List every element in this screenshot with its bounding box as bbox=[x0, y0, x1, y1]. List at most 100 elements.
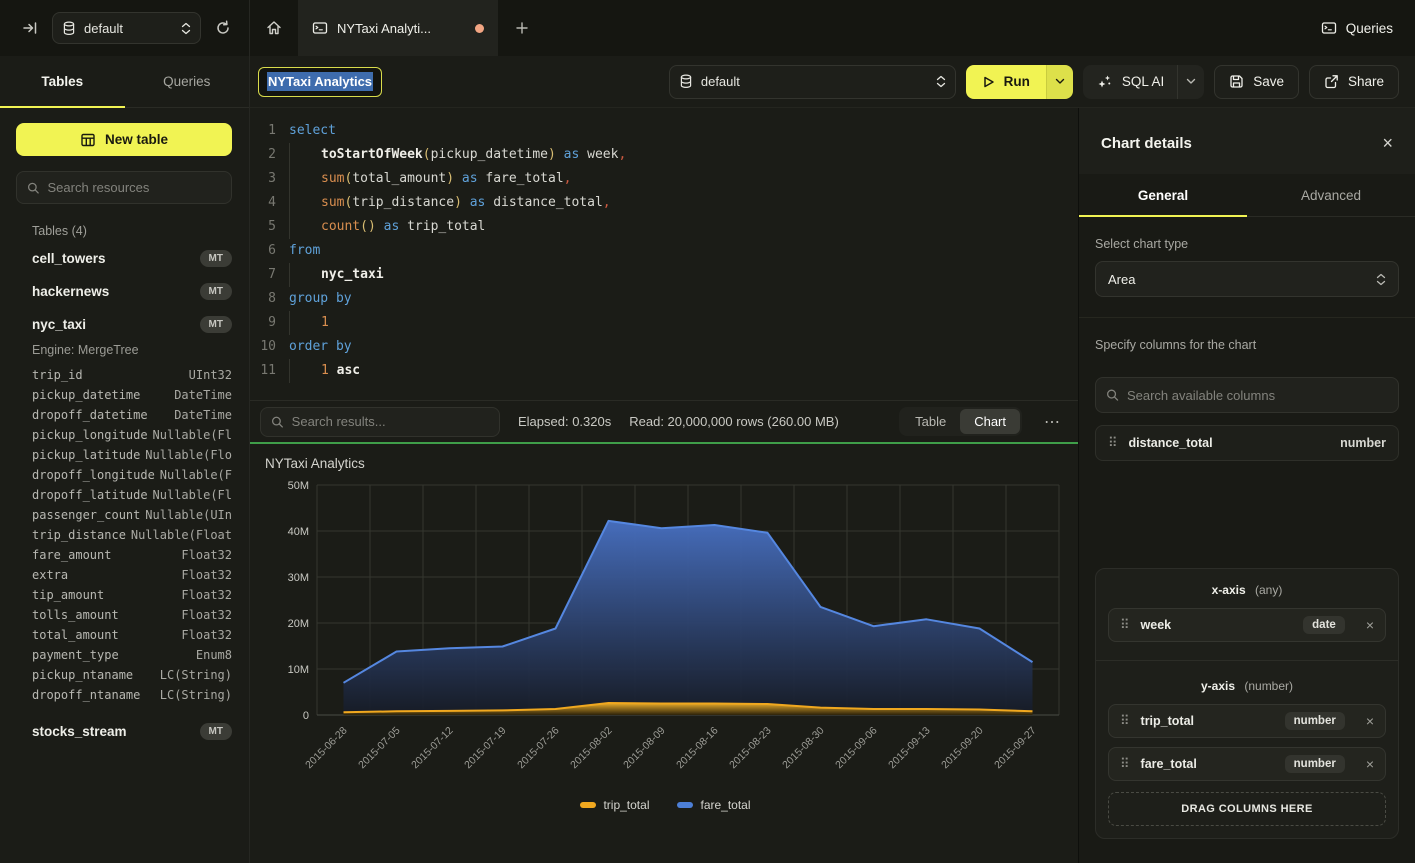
x-axis-column-type-badge: date bbox=[1303, 616, 1345, 634]
drag-columns-drop-zone[interactable]: DRAG COLUMNS HERE bbox=[1108, 792, 1386, 826]
editor-lines: 1select2toStartOfWeek(pickup_datetime) a… bbox=[250, 119, 1078, 383]
chart-type-select[interactable]: Area bbox=[1095, 261, 1399, 297]
chart-title: NYTaxi Analytics bbox=[265, 456, 1066, 471]
legend-item-fare_total[interactable]: fare_total bbox=[677, 798, 750, 812]
sidebar-collapse-icon bbox=[22, 20, 38, 36]
column-row: dropoff_datetimeDateTime bbox=[32, 405, 232, 425]
share-button[interactable]: Share bbox=[1309, 65, 1399, 99]
table-row[interactable]: hackernewsMT bbox=[32, 275, 232, 308]
column-type: UInt32 bbox=[189, 368, 232, 382]
column-type: Float32 bbox=[181, 588, 232, 602]
chart-details-body: Select chart type Area Specify columns f… bbox=[1079, 217, 1415, 863]
search-icon bbox=[1106, 388, 1119, 402]
save-icon bbox=[1229, 74, 1244, 89]
column-name: pickup_datetime bbox=[32, 388, 140, 402]
legend-swatch bbox=[677, 802, 693, 808]
code-token: order by bbox=[289, 339, 352, 354]
view-toggle: Table Chart bbox=[899, 407, 1022, 436]
column-search[interactable] bbox=[1095, 377, 1399, 413]
results-more-button[interactable]: ⋯ bbox=[1040, 412, 1064, 432]
code-token bbox=[454, 171, 462, 186]
line-number: 9 bbox=[250, 311, 276, 335]
run-options-button[interactable] bbox=[1046, 65, 1073, 99]
indent-guide bbox=[289, 311, 321, 335]
sql-editor[interactable]: 1select2toStartOfWeek(pickup_datetime) a… bbox=[250, 108, 1078, 400]
x-axis-tick: 2015-07-19 bbox=[462, 725, 509, 772]
query-title-input[interactable]: NYTaxi Analytics bbox=[258, 67, 382, 97]
available-column-name: distance_total bbox=[1129, 436, 1330, 450]
drag-handle-icon[interactable]: ⠿ bbox=[1120, 713, 1130, 729]
chart-area: NYTaxi Analytics 010M20M30M40M50M2015-06… bbox=[250, 444, 1078, 863]
resource-search-input[interactable] bbox=[48, 180, 221, 195]
column-name: total_amount bbox=[32, 628, 119, 642]
chart-details-tabs: General Advanced bbox=[1079, 174, 1415, 217]
save-button[interactable]: Save bbox=[1214, 65, 1299, 99]
sql-ai-button[interactable]: SQL AI bbox=[1083, 65, 1177, 99]
y-axis-item[interactable]: ⠿fare_totalnumber× bbox=[1108, 747, 1386, 781]
column-type: Nullable(Fl bbox=[153, 428, 232, 442]
column-search-input[interactable] bbox=[1127, 388, 1388, 403]
code-token: fare_total bbox=[478, 171, 564, 186]
x-axis-item[interactable]: ⠿weekdate× bbox=[1108, 608, 1386, 642]
sidebar-tab-tables[interactable]: Tables bbox=[0, 56, 125, 107]
toolbar-database-selector[interactable]: default bbox=[669, 65, 956, 99]
chevron-updown-icon bbox=[936, 75, 946, 88]
view-toggle-table[interactable]: Table bbox=[901, 409, 960, 434]
code-token: group by bbox=[289, 291, 352, 306]
column-row: tolls_amountFloat32 bbox=[32, 605, 232, 625]
area-chart[interactable]: 010M20M30M40M50M2015-06-282015-07-052015… bbox=[265, 475, 1065, 809]
sidebar-collapse-button[interactable] bbox=[18, 16, 42, 40]
remove-column-button[interactable]: × bbox=[1366, 618, 1374, 632]
results-search[interactable] bbox=[260, 407, 500, 437]
x-axis-tick: 2015-09-06 bbox=[833, 725, 880, 772]
sql-ai-options-button[interactable] bbox=[1177, 65, 1204, 99]
indent-guide bbox=[289, 215, 321, 239]
column-list: trip_idUInt32pickup_datetimeDateTimedrop… bbox=[32, 365, 232, 715]
code-token: sum bbox=[321, 195, 344, 210]
column-type: Nullable(F bbox=[160, 468, 232, 482]
close-panel-button[interactable]: × bbox=[1382, 134, 1393, 152]
new-tab-button[interactable] bbox=[498, 0, 546, 56]
results-search-input[interactable] bbox=[292, 414, 489, 429]
x-axis-items: ⠿weekdate× bbox=[1108, 608, 1386, 642]
available-column-item[interactable]: ⠿distance_totalnumber bbox=[1095, 425, 1399, 461]
chart-type-value: Area bbox=[1108, 272, 1135, 287]
sql-ai-button-group: SQL AI bbox=[1083, 65, 1204, 99]
column-row: pickup_longitudeNullable(Fl bbox=[32, 425, 232, 445]
table-row[interactable]: stocks_streamMT bbox=[32, 715, 232, 748]
table-row[interactable]: nyc_taxiMT bbox=[32, 308, 232, 341]
legend-item-trip_total[interactable]: trip_total bbox=[580, 798, 649, 812]
run-button-group: Run bbox=[966, 65, 1073, 99]
topbar-database-selector[interactable]: default bbox=[52, 12, 201, 44]
save-button-label: Save bbox=[1253, 74, 1284, 89]
drag-handle-icon[interactable]: ⠿ bbox=[1108, 435, 1118, 451]
resource-search[interactable] bbox=[16, 171, 232, 204]
editor-line: 6from bbox=[250, 239, 1078, 263]
tab-general[interactable]: General bbox=[1079, 174, 1247, 216]
code-token: ( bbox=[423, 147, 431, 162]
code-token: () bbox=[360, 219, 376, 234]
refresh-button[interactable] bbox=[211, 16, 235, 40]
remove-column-button[interactable]: × bbox=[1366, 714, 1374, 728]
y-axis-item[interactable]: ⠿trip_totalnumber× bbox=[1108, 704, 1386, 738]
queries-button[interactable]: Queries bbox=[1321, 20, 1393, 36]
new-table-button[interactable]: New table bbox=[16, 123, 232, 156]
drag-handle-icon[interactable]: ⠿ bbox=[1120, 617, 1130, 633]
line-number: 10 bbox=[250, 335, 276, 359]
table-row[interactable]: cell_towersMT bbox=[32, 242, 232, 275]
editor-line: 2toStartOfWeek(pickup_datetime) as week, bbox=[250, 143, 1078, 167]
line-code: toStartOfWeek(pickup_datetime) as week, bbox=[276, 143, 626, 167]
tab-advanced[interactable]: Advanced bbox=[1247, 174, 1415, 216]
column-row: trip_idUInt32 bbox=[32, 365, 232, 385]
remove-column-button[interactable]: × bbox=[1366, 757, 1374, 771]
line-number: 3 bbox=[250, 167, 276, 191]
query-tab-active[interactable]: NYTaxi Analyti... bbox=[298, 0, 498, 56]
code-token: week bbox=[579, 147, 618, 162]
sidebar-tab-queries[interactable]: Queries bbox=[125, 56, 250, 107]
search-icon bbox=[27, 181, 40, 195]
run-button-label: Run bbox=[1004, 74, 1030, 89]
home-tab-button[interactable] bbox=[250, 0, 298, 56]
run-button[interactable]: Run bbox=[966, 65, 1046, 99]
view-toggle-chart[interactable]: Chart bbox=[960, 409, 1020, 434]
drag-handle-icon[interactable]: ⠿ bbox=[1120, 756, 1130, 772]
